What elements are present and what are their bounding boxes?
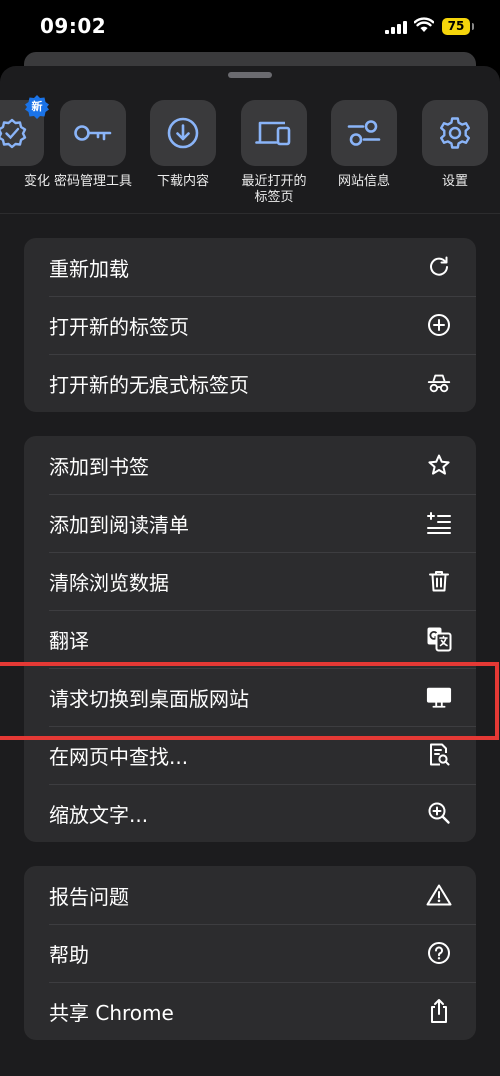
download-icon <box>167 117 199 149</box>
clock: 09:02 <box>40 14 107 38</box>
quick-action-label: 下载内容 <box>156 174 209 189</box>
quick-action-whats-new[interactable]: 新 变化 <box>0 95 52 190</box>
star-icon <box>426 452 452 478</box>
plus-circle-icon <box>426 312 452 338</box>
menu-item-clear-browsing-data[interactable]: 清除浏览数据 <box>24 552 476 610</box>
incognito-icon <box>426 370 452 396</box>
reload-icon <box>426 254 452 280</box>
new-badge: 新 <box>24 94 50 120</box>
help-icon <box>426 940 452 966</box>
wifi-icon <box>413 17 435 37</box>
translate-icon <box>426 626 452 652</box>
quick-action-downloads[interactable]: 下载内容 <box>143 100 223 190</box>
menu-item-zoom-text[interactable]: 缩放文字... <box>24 784 476 842</box>
menu-group-tools: 添加到书签 添加到阅读清单 清除浏览数据 翻译 请求切换到桌面版网站 在网页中查… <box>24 436 476 842</box>
menu-item-add-reading-list[interactable]: 添加到阅读清单 <box>24 494 476 552</box>
key-icon <box>74 125 112 141</box>
quick-action-label: 最近打开的 标签页 <box>241 174 307 205</box>
quick-action-label: 设置 <box>441 174 468 189</box>
menu-item-reload[interactable]: 重新加载 <box>24 238 476 296</box>
menu-sheet: 新 变化 密码管理工具 下载内容 最近打开的 标签页 网站信息 设置 重新加载 … <box>0 66 500 1076</box>
quick-action-label: 密码管理工具 <box>53 174 132 189</box>
quick-action-site-info[interactable]: 网站信息 <box>324 100 404 190</box>
sheet-grabber[interactable] <box>228 72 272 78</box>
trash-icon <box>426 568 452 594</box>
cellular-signal-icon <box>385 20 407 34</box>
reading-list-icon <box>426 510 452 536</box>
menu-group-support: 报告问题 帮助 共享 Chrome <box>24 866 476 1040</box>
battery-indicator: 75 <box>442 18 474 35</box>
menu-item-translate[interactable]: 翻译 <box>24 610 476 668</box>
section-divider <box>0 213 500 214</box>
sliders-icon <box>347 120 381 146</box>
status-bar: 09:02 75 <box>0 0 500 54</box>
badge-check-icon <box>0 118 27 149</box>
quick-action-label: 变化 <box>23 174 50 189</box>
gear-icon <box>440 117 470 149</box>
menu-item-add-bookmark[interactable]: 添加到书签 <box>24 436 476 494</box>
menu-group-page: 重新加载 打开新的标签页 打开新的无痕式标签页 <box>24 238 476 412</box>
menu-item-help[interactable]: 帮助 <box>24 924 476 982</box>
quick-action-label: 网站信息 <box>337 174 390 189</box>
quick-action-recent-tabs[interactable]: 最近打开的 标签页 <box>234 100 314 206</box>
annotation-highlight-box <box>0 662 499 740</box>
menu-item-share-chrome[interactable]: 共享 Chrome <box>24 982 476 1040</box>
find-in-page-icon <box>426 742 452 768</box>
menu-item-new-tab[interactable]: 打开新的标签页 <box>24 296 476 354</box>
quick-action-password-manager[interactable]: 密码管理工具 <box>53 100 133 190</box>
quick-actions-row: 新 变化 密码管理工具 下载内容 最近打开的 标签页 网站信息 设置 <box>0 95 500 212</box>
menu-item-new-incognito-tab[interactable]: 打开新的无痕式标签页 <box>24 354 476 412</box>
devices-icon <box>255 121 291 146</box>
menu-item-report-issue[interactable]: 报告问题 <box>24 866 476 924</box>
warning-icon <box>426 882 452 908</box>
quick-action-settings[interactable]: 设置 <box>415 100 495 190</box>
share-icon <box>426 998 452 1024</box>
zoom-in-icon <box>426 800 452 826</box>
